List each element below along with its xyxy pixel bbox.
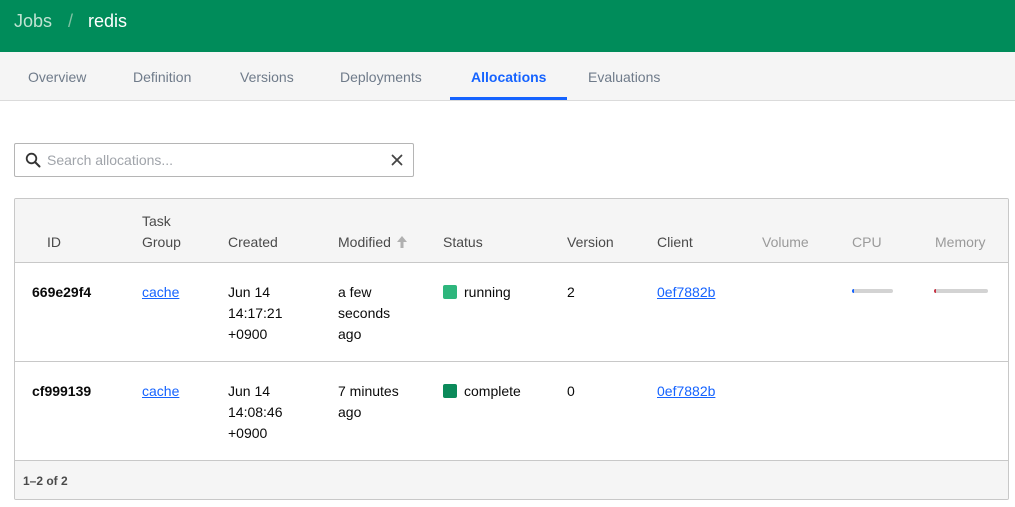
modified-line1: 7 minutes xyxy=(338,383,399,399)
status-label: running xyxy=(464,284,511,300)
col-created[interactable]: Created xyxy=(228,232,278,253)
tab-evaluations[interactable]: Evaluations xyxy=(588,52,660,101)
col-memory: Memory xyxy=(935,234,986,250)
status-cell: running xyxy=(443,282,511,303)
search-box xyxy=(14,143,414,177)
active-tab-indicator xyxy=(450,97,567,100)
status-complete-icon xyxy=(443,384,457,398)
alloc-id[interactable]: 669e29f4 xyxy=(32,282,91,303)
breadcrumb-job-name: redis xyxy=(88,11,128,31)
col-task-group-line2[interactable]: Group xyxy=(142,232,181,253)
col-task-group-line1[interactable]: Task xyxy=(142,211,171,232)
sort-up-icon xyxy=(396,236,407,248)
modified-line3: ago xyxy=(338,326,362,342)
created-date: Jun 14 xyxy=(228,284,271,300)
col-client[interactable]: Client xyxy=(657,232,693,253)
client-link[interactable]: 0ef7882b xyxy=(657,282,715,303)
table-footer: 1–2 of 2 xyxy=(15,461,1008,499)
job-tabs: Overview Definition Versions Deployments… xyxy=(0,52,1015,101)
created-time: 14:08:46 xyxy=(228,404,283,420)
alloc-id[interactable]: cf999139 xyxy=(32,381,91,402)
search-icon xyxy=(25,152,41,168)
cpu-meter-fill xyxy=(852,289,854,293)
version-value: 0 xyxy=(567,383,575,399)
client-link[interactable]: 0ef7882b xyxy=(657,381,715,402)
status-label: complete xyxy=(464,383,521,399)
modified-line2: ago xyxy=(338,404,362,420)
modified-line2: seconds xyxy=(338,305,391,321)
col-modified[interactable]: Modified xyxy=(338,232,407,253)
col-id[interactable]: ID xyxy=(47,232,61,253)
cpu-meter xyxy=(852,289,893,293)
tab-allocations[interactable]: Allocations xyxy=(471,52,546,101)
search-input[interactable] xyxy=(47,144,383,176)
table-header: ID Task Group Created Modified Status Ve… xyxy=(15,199,1008,263)
created-date: Jun 14 xyxy=(228,383,271,399)
allocations-table: ID Task Group Created Modified Status Ve… xyxy=(14,198,1009,500)
memory-meter-fill xyxy=(934,289,936,293)
table-row[interactable]: cf999139 cache Jun 14 14:08:46 +0900 7 m… xyxy=(15,362,1008,461)
tab-definition[interactable]: Definition xyxy=(133,52,191,101)
status-running-icon xyxy=(443,285,457,299)
breadcrumb-jobs-link[interactable]: Jobs xyxy=(14,10,52,32)
memory-meter xyxy=(934,289,988,293)
pagination-summary: 1–2 of 2 xyxy=(23,474,68,488)
tab-overview[interactable]: Overview xyxy=(28,52,86,101)
created-tz: +0900 xyxy=(228,425,268,441)
breadcrumb-separator: / xyxy=(68,11,74,31)
close-icon[interactable] xyxy=(389,152,405,168)
tab-versions[interactable]: Versions xyxy=(240,52,294,101)
col-volume: Volume xyxy=(762,234,809,250)
task-group-link[interactable]: cache xyxy=(142,282,179,303)
col-status[interactable]: Status xyxy=(443,232,483,253)
page-header: Jobs / redis xyxy=(0,0,1015,52)
created-tz: +0900 xyxy=(228,326,268,342)
task-group-link[interactable]: cache xyxy=(142,381,179,402)
table-row[interactable]: 669e29f4 cache Jun 14 14:17:21 +0900 a f… xyxy=(15,263,1008,362)
modified-line1: a few xyxy=(338,284,372,300)
created-time: 14:17:21 xyxy=(228,305,283,321)
col-modified-label: Modified xyxy=(338,234,391,250)
col-cpu: CPU xyxy=(852,234,882,250)
version-value: 2 xyxy=(567,284,575,300)
status-cell: complete xyxy=(443,381,521,402)
col-version[interactable]: Version xyxy=(567,232,614,253)
tab-deployments[interactable]: Deployments xyxy=(340,52,422,101)
